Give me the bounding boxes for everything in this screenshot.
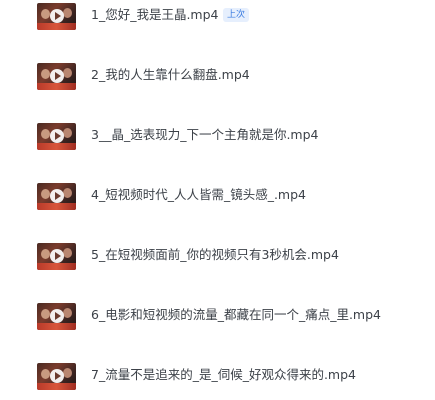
video-thumbnail-icon	[37, 3, 76, 30]
file-name: 6_电影和短视频的流量_都藏在同一个_痛点_里.mp4	[91, 307, 381, 322]
last-played-badge: 上次	[223, 8, 250, 22]
video-thumbnail-icon	[37, 123, 76, 150]
file-name: 1_您好_我是王晶.mp4	[91, 7, 219, 22]
video-thumbnail-icon	[37, 183, 76, 210]
file-item[interactable]: 2_我的人生靠什么翻盘.mp4	[0, 60, 435, 104]
video-thumbnail-icon	[37, 243, 76, 270]
video-thumbnail-icon	[37, 303, 76, 330]
file-item[interactable]: 5_在短视频面前_你的视频只有3秒机会.mp4	[0, 240, 435, 284]
video-thumbnail-icon	[37, 63, 76, 90]
file-list: 1_您好_我是王晶.mp4 上次 2_我的人生靠什么翻盘.mp4 3__晶_选表…	[0, 0, 435, 400]
file-name: 4_短视频时代_人人皆需_镜头感_.mp4	[91, 187, 306, 202]
file-item[interactable]: 7_流量不是追来的_是_伺候_好观众得来的.mp4	[0, 360, 435, 400]
file-name: 7_流量不是追来的_是_伺候_好观众得来的.mp4	[91, 367, 356, 382]
file-name: 5_在短视频面前_你的视频只有3秒机会.mp4	[91, 247, 339, 262]
file-item[interactable]: 4_短视频时代_人人皆需_镜头感_.mp4	[0, 180, 435, 224]
file-name: 2_我的人生靠什么翻盘.mp4	[91, 67, 250, 82]
file-name: 3__晶_选表现力_下一个主角就是你.mp4	[91, 127, 319, 142]
video-thumbnail-icon	[37, 363, 76, 390]
file-item[interactable]: 3__晶_选表现力_下一个主角就是你.mp4	[0, 120, 435, 164]
file-item[interactable]: 1_您好_我是王晶.mp4 上次	[0, 0, 435, 44]
file-item[interactable]: 6_电影和短视频的流量_都藏在同一个_痛点_里.mp4	[0, 300, 435, 344]
